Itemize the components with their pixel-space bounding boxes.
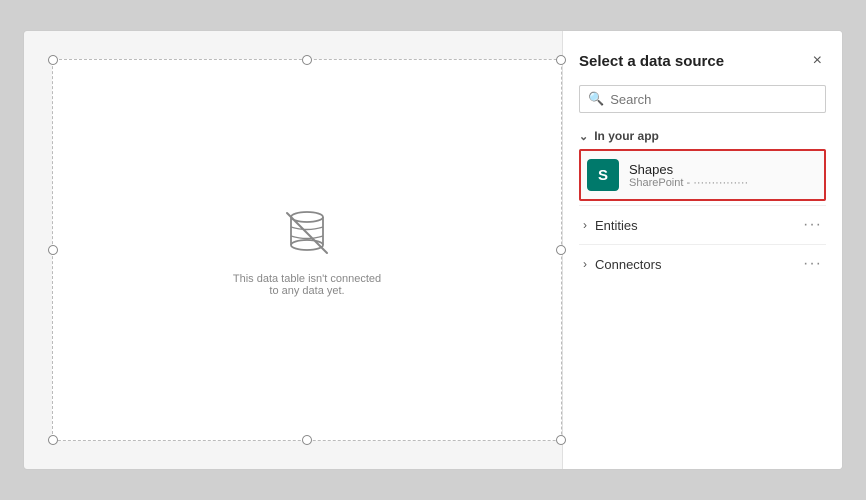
shapes-item[interactable]: S Shapes SharePoint - ··············· [579,149,826,201]
shapes-sub: SharePoint - ··············· [629,177,789,189]
in-your-app-section[interactable]: ⌄ In your app [579,129,826,143]
close-button[interactable]: × [809,51,826,71]
main-card: This data table isn't connected to any d… [23,30,843,470]
shapes-info: Shapes SharePoint - ··············· [629,162,818,189]
handle-mid-left[interactable] [48,245,58,255]
entities-label: Entities [595,218,638,233]
handle-mid-right[interactable] [556,245,566,255]
right-panel: Select a data source × 🔍 ⌄ In your app S… [562,31,842,469]
handle-bottom-left[interactable] [48,435,58,445]
connectors-chevron-icon: › [583,257,587,271]
shapes-icon: S [587,159,619,191]
entities-left: › Entities [583,218,638,233]
handle-bottom-mid[interactable] [302,435,312,445]
in-your-app-label: In your app [594,129,659,143]
shapes-icon-letter: S [598,167,608,184]
search-box[interactable]: 🔍 [579,85,826,113]
connectors-left: › Connectors [583,257,661,272]
entities-section[interactable]: › Entities ··· [579,205,826,244]
handle-top-right[interactable] [556,55,566,65]
database-icon [277,203,337,263]
entities-chevron-icon: › [583,218,587,232]
chevron-down-icon: ⌄ [579,130,588,143]
canvas-content: This data table isn't connected to any d… [227,203,387,297]
shapes-name: Shapes [629,162,818,177]
entities-more-icon[interactable]: ··· [803,216,822,234]
panel-header: Select a data source × [579,51,826,71]
search-icon: 🔍 [588,91,604,107]
connectors-label: Connectors [595,257,661,272]
panel-title: Select a data source [579,53,724,70]
connectors-more-icon[interactable]: ··· [803,255,822,273]
handle-top-mid[interactable] [302,55,312,65]
handle-top-left[interactable] [48,55,58,65]
handle-bottom-right[interactable] [556,435,566,445]
connectors-section[interactable]: › Connectors ··· [579,244,826,283]
canvas-area: This data table isn't connected to any d… [52,59,562,441]
search-input[interactable] [610,92,817,107]
canvas-label: This data table isn't connected to any d… [227,273,387,297]
